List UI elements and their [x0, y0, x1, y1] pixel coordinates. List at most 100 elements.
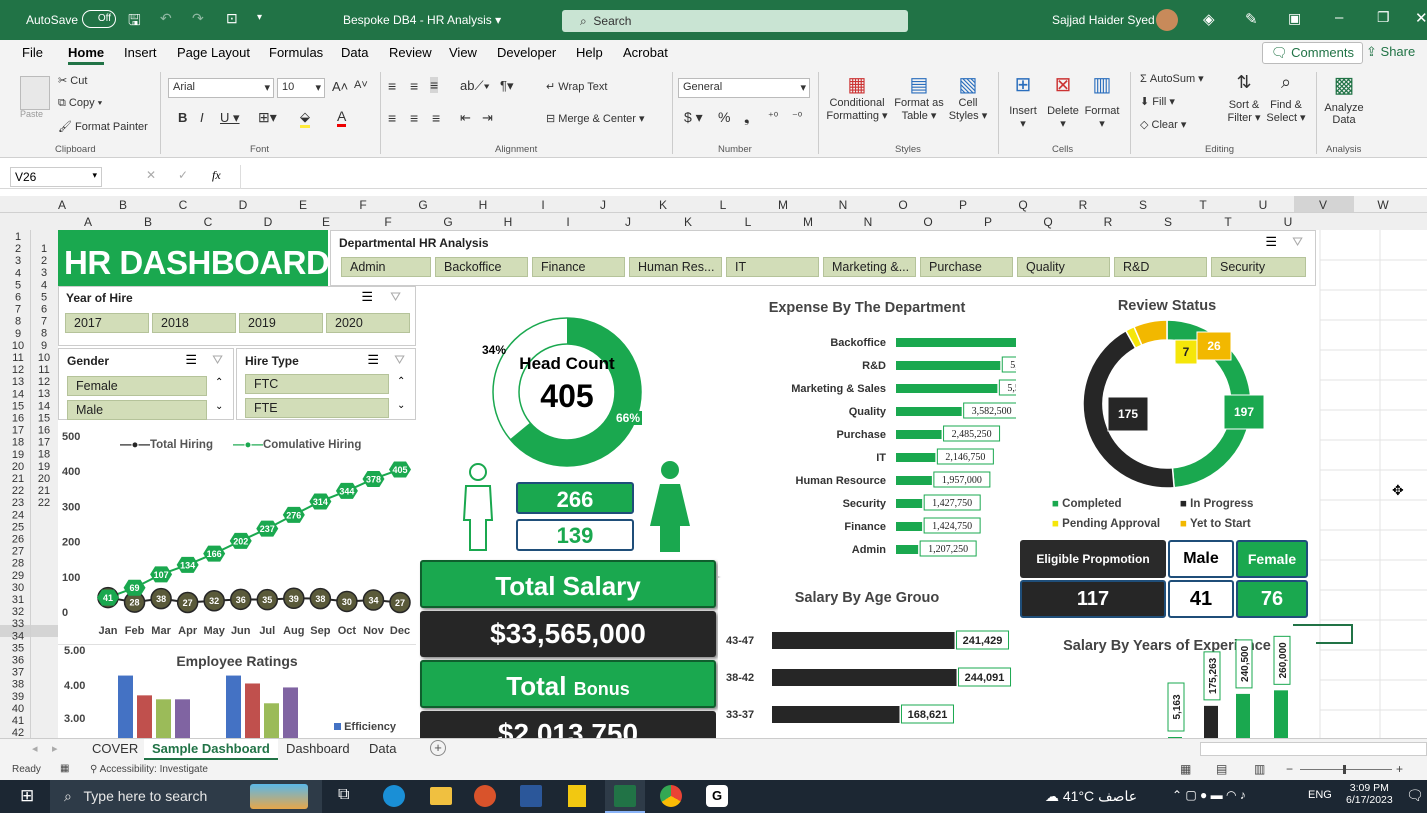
add-sheet-icon[interactable]: +: [430, 740, 446, 756]
row-number[interactable]: 5: [15, 279, 21, 291]
dept-chip-finance[interactable]: Finance: [532, 257, 625, 277]
save-icon[interactable]: 🖫: [128, 10, 141, 35]
tab-scroll-right-icon[interactable]: ▸: [52, 742, 58, 755]
powerpoint-icon[interactable]: [474, 785, 496, 807]
diamond-icon[interactable]: ◈: [1203, 10, 1215, 28]
windows-start-icon[interactable]: ⊞: [20, 786, 34, 806]
borders-icon[interactable]: ⊞▾: [258, 109, 277, 126]
indent-decrease-icon[interactable]: ⇤: [460, 110, 471, 126]
hire-chip-fte[interactable]: FTE: [245, 398, 389, 418]
comments-button[interactable]: 🗨 Comments: [1262, 42, 1363, 64]
clear-button[interactable]: ◇ Clear ▾: [1140, 118, 1186, 131]
row-number[interactable]: 13: [12, 376, 24, 388]
sort-filter-button[interactable]: ⇅ Sort & Filter ▾: [1222, 72, 1266, 124]
clock[interactable]: 3:09 PM 6/17/2023: [1346, 782, 1393, 806]
chrome-icon[interactable]: [660, 785, 682, 807]
row-number[interactable]: 24: [12, 509, 24, 521]
year-chip-2020[interactable]: 2020: [326, 313, 410, 333]
format-painter-button[interactable]: 🖌 Format Painter: [58, 120, 148, 133]
search-highlight-image[interactable]: [250, 784, 308, 809]
row-number[interactable]: 33: [12, 618, 24, 630]
row-number[interactable]: 1: [15, 231, 21, 243]
row-number-inner[interactable]: 16: [38, 425, 50, 437]
autosave-toggle[interactable]: Off: [82, 10, 116, 28]
align-bottom-icon[interactable]: ≡: [430, 77, 439, 93]
year-chip-2017[interactable]: 2017: [65, 313, 149, 333]
font-size-select[interactable]: 10 ▾: [277, 78, 325, 98]
row-number[interactable]: 25: [12, 521, 24, 533]
row-number[interactable]: 32: [12, 606, 24, 618]
number-format-select[interactable]: General ▾: [678, 78, 810, 98]
menu-help[interactable]: Help: [576, 45, 603, 60]
font-color-icon[interactable]: A: [337, 108, 347, 127]
rtl-icon[interactable]: ¶▾: [500, 78, 514, 94]
redo-icon[interactable]: ↷: [192, 10, 204, 27]
decrease-font-icon[interactable]: A˅: [354, 79, 368, 91]
percent-icon[interactable]: %: [718, 109, 730, 125]
search-box[interactable]: ⌕ Search: [562, 10, 908, 32]
row-number[interactable]: 2: [15, 243, 21, 255]
menu-acrobat[interactable]: Acrobat: [623, 45, 668, 60]
row-number[interactable]: 34: [12, 630, 24, 642]
insert-function-icon[interactable]: fx: [212, 168, 221, 183]
row-number[interactable]: 40: [12, 703, 24, 715]
row-number[interactable]: 29: [12, 570, 24, 582]
tab-data[interactable]: Data: [369, 741, 396, 756]
task-view-icon[interactable]: ⧉: [338, 786, 349, 804]
menu-formulas[interactable]: Formulas: [269, 45, 323, 60]
row-number[interactable]: 8: [15, 316, 21, 328]
menu-page-layout[interactable]: Page Layout: [177, 45, 250, 60]
dept-chip-purchase[interactable]: Purchase: [920, 257, 1013, 277]
row-number[interactable]: 23: [12, 497, 24, 509]
comma-icon[interactable]: ❟: [744, 109, 750, 126]
row-number[interactable]: 3: [15, 255, 21, 267]
row-number[interactable]: 41: [12, 715, 24, 727]
dept-chip-it[interactable]: IT: [726, 257, 819, 277]
formula-input[interactable]: [240, 165, 1427, 189]
hire-scroll-down-icon[interactable]: ⌄: [397, 400, 405, 411]
menu-file[interactable]: File: [22, 45, 43, 60]
row-number[interactable]: 16: [12, 413, 24, 425]
avatar[interactable]: [1156, 9, 1178, 31]
row-number[interactable]: 9: [15, 328, 21, 340]
row-number-inner[interactable]: 11: [38, 364, 49, 376]
excel-taskbar-item[interactable]: [605, 780, 645, 813]
row-number[interactable]: 30: [12, 582, 24, 594]
align-center-icon[interactable]: ≡: [410, 110, 418, 126]
menu-view[interactable]: View: [449, 45, 477, 60]
language-indicator[interactable]: ENG: [1308, 789, 1332, 801]
row-number-inner[interactable]: 18: [38, 449, 50, 461]
year-clear-filter-icon[interactable]: ⛛: [390, 289, 401, 305]
name-box[interactable]: V26 ▾: [10, 167, 102, 187]
tab-sample-dashboard[interactable]: Sample Dashboard: [144, 739, 278, 761]
share-button[interactable]: ⇪ Share: [1360, 42, 1421, 62]
dept-chip-human-resource[interactable]: Human Res...: [629, 257, 722, 277]
row-number-inner[interactable]: 4: [41, 279, 47, 291]
restore-icon[interactable]: ❐: [1377, 9, 1390, 26]
copy-button[interactable]: ⧉ Copy ▾: [58, 97, 102, 110]
row-number[interactable]: 38: [12, 679, 24, 691]
autosum-button[interactable]: Σ AutoSum ▾: [1140, 72, 1204, 85]
zoom-slider[interactable]: [1300, 769, 1392, 770]
word-icon[interactable]: [520, 785, 542, 807]
dept-chip-backoffice[interactable]: Backoffice: [435, 257, 528, 277]
row-number[interactable]: 18: [12, 437, 24, 449]
normal-view-icon[interactable]: ▦: [1180, 762, 1191, 776]
align-middle-icon[interactable]: ≡: [410, 78, 418, 94]
conditional-formatting-button[interactable]: ▦ Conditional Formatting ▾: [826, 72, 888, 122]
merge-center-button[interactable]: ⊟ Merge & Center ▾: [546, 112, 645, 125]
row-number-inner[interactable]: 1: [41, 243, 47, 255]
gender-clear-filter-icon[interactable]: ⛛: [212, 352, 223, 368]
row-number[interactable]: 19: [12, 449, 24, 461]
notifications-icon[interactable]: 🗨: [1406, 787, 1424, 804]
menu-developer[interactable]: Developer: [497, 45, 556, 60]
format-as-table-button[interactable]: ▤ Format as Table ▾: [890, 72, 948, 122]
row-number-inner[interactable]: 10: [38, 352, 50, 364]
page-break-view-icon[interactable]: ▥: [1254, 762, 1265, 776]
page-layout-view-icon[interactable]: ▤: [1216, 762, 1227, 776]
cut-button[interactable]: ✂ Cut: [58, 74, 87, 87]
hire-chip-ftc[interactable]: FTC: [245, 374, 389, 394]
row-number[interactable]: 6: [15, 292, 21, 304]
multi-select-icon[interactable]: ☰: [1265, 234, 1277, 250]
row-number[interactable]: 28: [12, 558, 24, 570]
